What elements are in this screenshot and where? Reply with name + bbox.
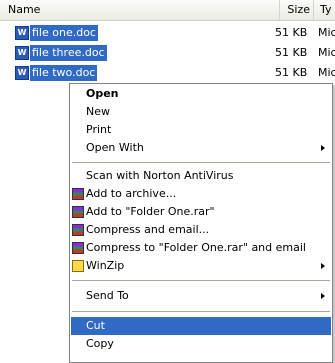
column-size-header[interactable]: Size <box>280 0 314 20</box>
menu-item-label: WinZip <box>86 259 125 272</box>
file-size: 51 KB <box>275 46 308 59</box>
column-name-header[interactable]: Name <box>0 0 280 20</box>
file-size: 51 KB <box>275 26 308 39</box>
file-size: 51 KB <box>275 66 308 79</box>
menu-item-copy[interactable]: Copy <box>71 335 331 353</box>
file-type: Mic <box>318 46 335 59</box>
submenu-arrow-icon <box>321 293 325 299</box>
winrar-icon <box>72 188 84 200</box>
menu-item-send-to[interactable]: Send To <box>71 287 331 305</box>
menu-item-compress-rar-email[interactable]: Compress to "Folder One.rar" and email <box>71 239 331 257</box>
winzip-icon <box>72 260 84 272</box>
file-name[interactable]: file one.doc <box>30 25 98 41</box>
word-doc-icon: W <box>15 46 29 60</box>
winrar-icon <box>72 224 84 236</box>
submenu-arrow-icon <box>321 263 325 269</box>
menu-item-label: Cut <box>86 319 105 332</box>
menu-item-label: Open <box>86 87 119 100</box>
menu-item-label: Copy <box>86 337 114 350</box>
file-type: Mic <box>318 66 335 79</box>
menu-item-open-with[interactable]: Open With <box>71 139 331 157</box>
menu-item-add-rar[interactable]: Add to "Folder One.rar" <box>71 203 331 221</box>
file-type: Mic <box>318 26 335 39</box>
menu-item-winzip[interactable]: WinZip <box>71 257 331 275</box>
menu-item-open[interactable]: Open <box>71 85 331 103</box>
menu-separator <box>72 311 330 312</box>
file-row[interactable]: W file three.doc 51 KB Mic <box>0 45 335 62</box>
menu-item-cut[interactable]: Cut <box>71 317 331 335</box>
menu-separator <box>72 162 330 163</box>
winrar-icon <box>72 242 84 254</box>
column-type-header[interactable]: Ty <box>314 0 335 20</box>
menu-item-scan-norton[interactable]: Scan with Norton AntiVirus <box>71 167 331 185</box>
menu-item-add-archive[interactable]: Add to archive... <box>71 185 331 203</box>
context-menu: Open New Print Open With Scan with Norto… <box>69 83 333 363</box>
menu-item-label: New <box>86 105 110 118</box>
menu-item-label: Add to archive... <box>86 187 177 200</box>
submenu-arrow-icon <box>321 145 325 151</box>
file-name[interactable]: file two.doc <box>30 65 98 81</box>
menu-item-label: Compress to "Folder One.rar" and email <box>86 241 306 254</box>
menu-item-label: Send To <box>86 289 129 302</box>
menu-item-label: Compress and email... <box>86 223 210 236</box>
menu-separator <box>72 280 330 281</box>
column-header: Name Size Ty <box>0 0 335 21</box>
word-doc-icon: W <box>15 26 29 40</box>
winrar-icon <box>72 206 84 218</box>
file-row[interactable]: W file two.doc 51 KB Mic <box>0 65 335 82</box>
menu-item-label: Add to "Folder One.rar" <box>86 205 215 218</box>
file-row[interactable]: W file one.doc 51 KB Mic <box>0 25 335 42</box>
menu-item-label: Print <box>86 123 112 136</box>
file-name[interactable]: file three.doc <box>30 45 107 61</box>
menu-item-label: Scan with Norton AntiVirus <box>86 169 234 182</box>
menu-item-label: Open With <box>86 141 144 154</box>
menu-item-compress-email[interactable]: Compress and email... <box>71 221 331 239</box>
menu-item-print[interactable]: Print <box>71 121 331 139</box>
word-doc-icon: W <box>15 66 29 80</box>
menu-item-new[interactable]: New <box>71 103 331 121</box>
